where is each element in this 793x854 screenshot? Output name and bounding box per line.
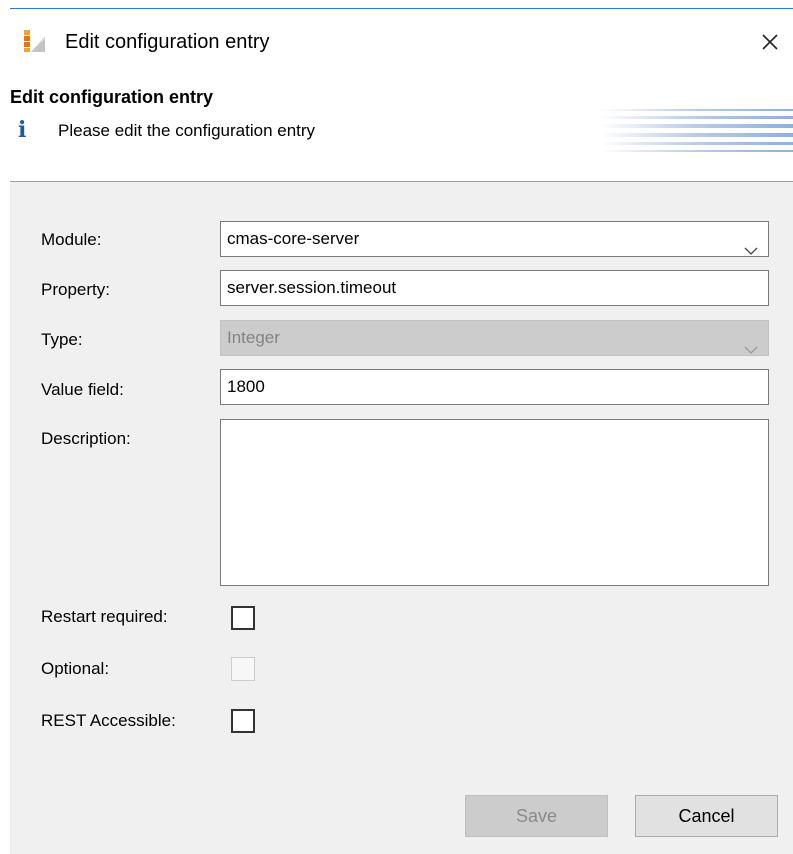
banner-heading: Edit configuration entry	[10, 87, 214, 107]
optional-checkbox[interactable]	[231, 657, 255, 681]
type-label: Type:	[41, 330, 83, 349]
close-icon[interactable]	[755, 27, 785, 57]
value-field-label: Value field:	[41, 380, 124, 399]
save-button[interactable]: Save	[465, 795, 608, 837]
header-banner: Edit configuration entry i Please edit t…	[0, 77, 793, 180]
value-field-input[interactable]: 1800	[220, 369, 769, 405]
property-label: Property:	[41, 280, 110, 299]
rest-accessible-label: REST Accessible:	[41, 711, 176, 730]
value-field-value: 1800	[227, 377, 265, 396]
description-label: Description:	[41, 429, 131, 448]
restart-required-label: Restart required:	[41, 607, 168, 626]
type-select[interactable]: Integer	[220, 320, 769, 356]
optional-label: Optional:	[41, 659, 110, 678]
cancel-button[interactable]: Cancel	[635, 795, 778, 837]
rest-accessible-checkbox[interactable]	[231, 709, 255, 733]
description-textarea[interactable]	[220, 419, 769, 586]
module-select[interactable]: cmas-core-server	[220, 221, 769, 257]
property-value: server.session.timeout	[227, 278, 397, 297]
property-input[interactable]: server.session.timeout	[220, 270, 769, 306]
chevron-down-icon[interactable]	[744, 234, 758, 255]
module-label: Module:	[41, 230, 102, 249]
window-title: Edit configuration entry	[65, 31, 270, 53]
title-bar[interactable]: Edit configuration entry	[0, 9, 793, 77]
app-logo-icon	[22, 29, 46, 53]
type-value: Integer	[227, 328, 280, 347]
info-icon: i	[18, 117, 27, 143]
dialog-window: Edit configuration entry Edit configurat…	[0, 0, 793, 854]
chevron-down-icon[interactable]	[744, 333, 758, 354]
banner-decoration	[600, 107, 793, 155]
form-panel: Module: cmas-core-server Property: serve…	[10, 182, 793, 854]
restart-required-checkbox[interactable]	[231, 606, 255, 630]
banner-message: Please edit the configuration entry	[58, 121, 316, 140]
module-value: cmas-core-server	[227, 229, 360, 248]
